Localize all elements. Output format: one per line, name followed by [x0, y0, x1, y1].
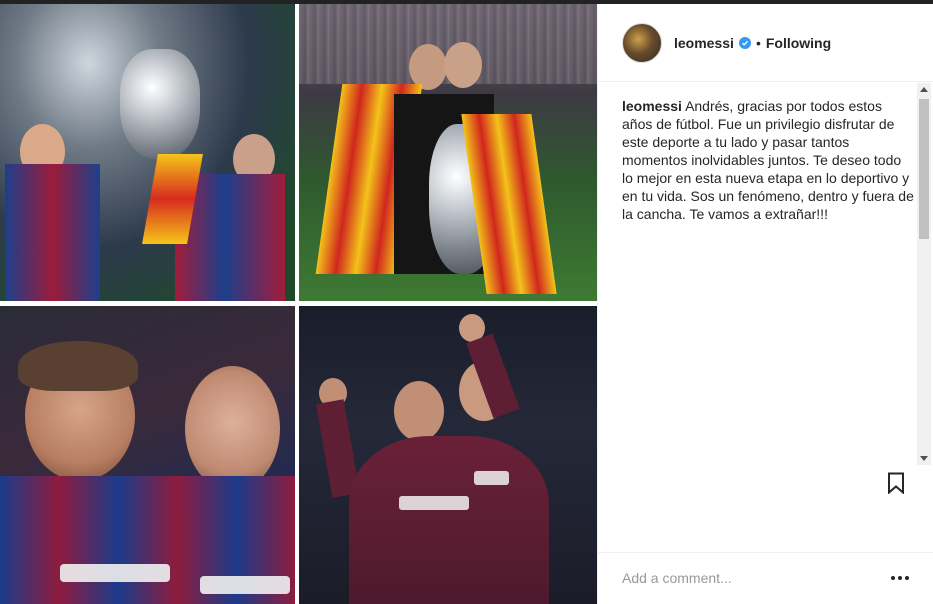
- bookmark-icon[interactable]: [887, 472, 905, 494]
- more-options-icon[interactable]: [891, 576, 909, 580]
- add-comment-input[interactable]: Add a comment...: [622, 570, 732, 586]
- author-username[interactable]: leomessi: [674, 35, 734, 51]
- scroll-down-icon[interactable]: [920, 456, 928, 461]
- photo-trophy-lift: [0, 4, 295, 301]
- photo-close-up: [0, 306, 295, 604]
- post-sidebar: leomessi • Following leomessi Andrés, gr…: [597, 4, 933, 604]
- caption-scrollbar[interactable]: [917, 83, 931, 465]
- photo-celebration: [299, 306, 597, 604]
- header-separator: •: [755, 34, 761, 51]
- photo-collage[interactable]: [0, 4, 597, 604]
- caption: leomessi Andrés, gracias por todos estos…: [622, 97, 915, 223]
- following-button[interactable]: Following: [766, 35, 831, 51]
- post-modal: leomessi • Following leomessi Andrés, gr…: [0, 0, 933, 604]
- scroll-up-icon[interactable]: [920, 87, 928, 92]
- more-dot: [891, 576, 895, 580]
- caption-area: leomessi Andrés, gracias por todos estos…: [598, 83, 933, 463]
- comment-divider: [598, 552, 933, 553]
- photo-trophy-flag: [299, 4, 597, 301]
- post-header: leomessi • Following: [598, 4, 933, 82]
- caption-text: Andrés, gracias por todos estos años de …: [622, 98, 914, 222]
- more-dot: [905, 576, 909, 580]
- more-dot: [898, 576, 902, 580]
- avatar[interactable]: [622, 22, 662, 63]
- verified-badge-icon: [738, 36, 751, 49]
- scroll-thumb[interactable]: [919, 99, 929, 239]
- caption-author[interactable]: leomessi: [622, 98, 682, 114]
